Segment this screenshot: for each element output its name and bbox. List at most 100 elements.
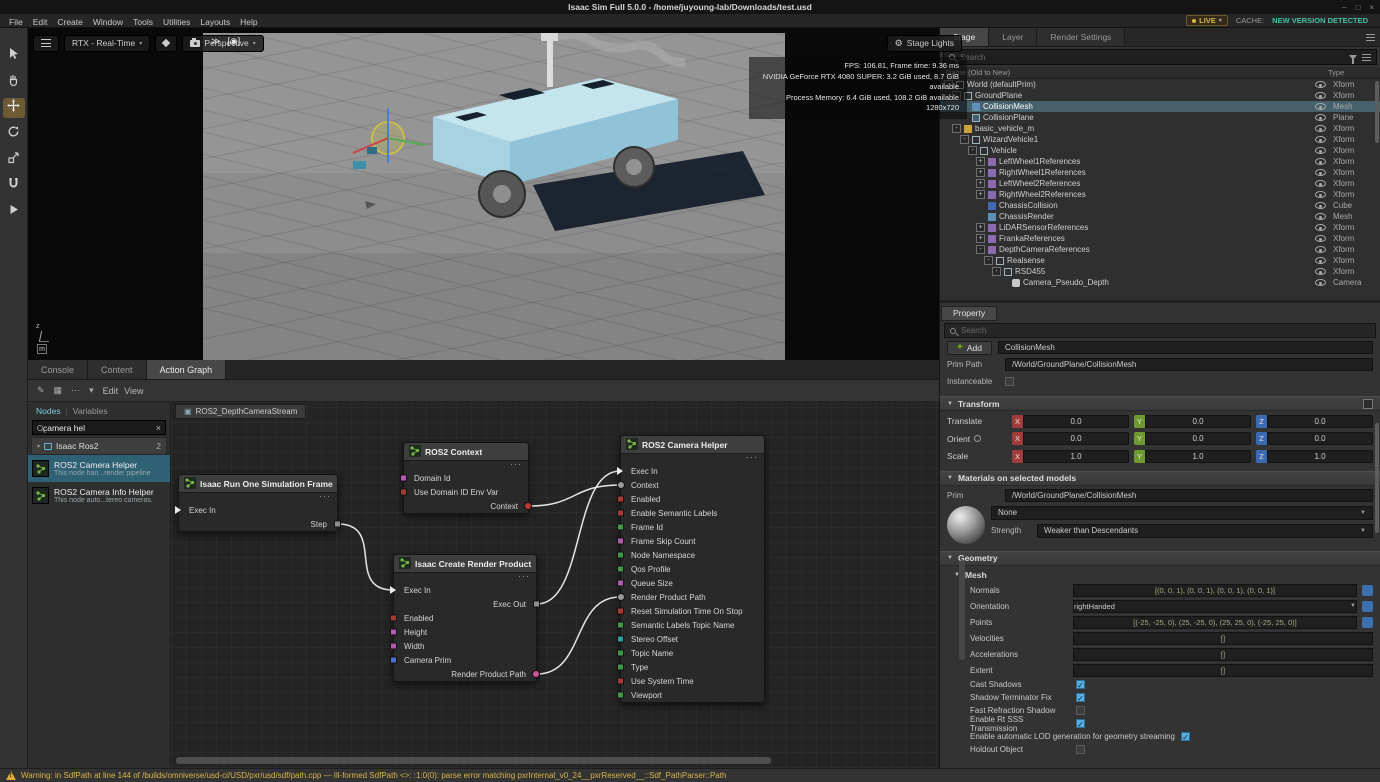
array-edit-icon[interactable] (1362, 585, 1373, 596)
visibility-eye-icon[interactable] (1315, 191, 1326, 198)
add-button[interactable]: + Add (947, 341, 992, 355)
tree-row-rightwheel2references[interactable]: +RightWheel2ReferencesXform (940, 189, 1380, 200)
visibility-eye-icon[interactable] (1315, 136, 1326, 143)
visibility-eye-icon[interactable] (1315, 103, 1326, 110)
live-button[interactable]: LIVE ▾ (1186, 15, 1228, 26)
node-port-context[interactable]: Context (404, 499, 528, 513)
expander-icon[interactable]: + (976, 168, 985, 177)
geometry-value-field[interactable]: [(0, 0, 1), (0, 0, 1), (0, 0, 1), (0, 0,… (1073, 584, 1357, 597)
tree-row-groundplane[interactable]: -GroundPlaneXform (940, 90, 1380, 101)
catalog-group-isaac-ros2[interactable]: ▾Isaac Ros22 (31, 437, 167, 455)
graph-menu-edit[interactable]: Edit (103, 386, 119, 396)
node-port-frame-id[interactable]: Frame Id (621, 520, 764, 534)
node-port-type[interactable]: Type (621, 660, 764, 674)
tab-render-settings[interactable]: Render Settings (1037, 28, 1125, 46)
port-pin-square[interactable] (617, 580, 624, 587)
visibility-eye-icon[interactable] (1315, 268, 1326, 275)
node-port-topic-name[interactable]: Topic Name (621, 646, 764, 660)
node-options-icon[interactable]: ··· (621, 454, 764, 464)
node-port-queue-size[interactable]: Queue Size (621, 576, 764, 590)
visibility-eye-icon[interactable] (1315, 224, 1326, 231)
stage-search-input[interactable]: Search (943, 49, 1377, 65)
grid-icon[interactable]: ▦ (54, 385, 63, 396)
tab-layer[interactable]: Layer (989, 28, 1037, 46)
node-search-input[interactable]: camera hel × (32, 420, 166, 435)
port-pin-square[interactable] (390, 615, 397, 622)
node-port-render-product-path[interactable]: Render Product Path (621, 590, 764, 604)
expander-icon[interactable]: - (952, 124, 961, 133)
node-port-enabled[interactable]: Enabled (394, 611, 536, 625)
expand-toolbar-icon[interactable]: ≫ (211, 36, 220, 47)
node-port-exec-in[interactable]: Exec In (394, 583, 536, 597)
node-port-domain-id[interactable]: Domain Id (404, 471, 528, 485)
instanceable-checkbox[interactable] (1005, 377, 1014, 386)
node-port-width[interactable]: Width (394, 639, 536, 653)
port-pin-square[interactable] (334, 521, 341, 528)
node-port-enable-semantic-labels[interactable]: Enable Semantic Labels (621, 506, 764, 520)
stage-lights-button[interactable]: ⚙ Stage Lights (887, 35, 962, 52)
port-pin-square[interactable] (617, 608, 624, 615)
more-icon[interactable]: ⋯ (71, 385, 80, 396)
axis-y-value[interactable]: 0.0 (1145, 415, 1251, 428)
expander-icon[interactable]: + (976, 223, 985, 232)
port-pin-circle[interactable] (532, 670, 540, 678)
port-pin-square[interactable] (617, 692, 624, 699)
port-pin-square[interactable] (617, 496, 624, 503)
render-settings-button[interactable] (155, 35, 177, 52)
port-pin-exec[interactable] (175, 506, 181, 514)
geometry-value-field[interactable]: [] (1073, 632, 1373, 645)
transform-options-icon[interactable] (1363, 399, 1373, 409)
visibility-eye-icon[interactable] (1315, 257, 1326, 264)
tree-row-chassiscollision[interactable]: ChassisCollisionCube (940, 200, 1380, 211)
graph-edge[interactable] (537, 597, 620, 674)
port-pin-square[interactable] (390, 629, 397, 636)
port-pin-exec[interactable] (390, 586, 396, 594)
node-port-stereo-offset[interactable]: Stereo Offset (621, 632, 764, 646)
graph-node-ros2-camera-helper[interactable]: ROS2 Camera Helper···Exec InContextEnabl… (620, 435, 765, 703)
node-options-icon[interactable]: ··· (404, 461, 528, 471)
pan-tool[interactable] (3, 72, 25, 92)
geometry-value-field[interactable]: [] (1073, 664, 1373, 677)
viewport[interactable]: RTX - Real-Time ▾ Perspective ▾ ⚙ Stage … (28, 28, 967, 360)
tree-row-chassisrender[interactable]: ChassisRenderMesh (940, 211, 1380, 222)
node-port-enabled[interactable]: Enabled (621, 492, 764, 506)
visibility-eye-icon[interactable] (1315, 279, 1326, 286)
node-port-use-system-time[interactable]: Use System Time (621, 674, 764, 688)
expander-icon[interactable]: - (992, 267, 1001, 276)
dropdown-icon[interactable]: ▾ (89, 385, 94, 396)
node-port-use-domain-id-env-var[interactable]: Use Domain ID Env Var (404, 485, 528, 499)
select-tool[interactable] (3, 46, 25, 66)
tree-row-basic-vehicle-m[interactable]: -basic_vehicle_mXform (940, 123, 1380, 134)
strength-dropdown[interactable]: Weaker than Descendants ▼ (1037, 524, 1373, 538)
property-scrollbar[interactable] (1375, 423, 1379, 533)
catalog-item-ros2-camera-info-helper[interactable]: ROS2 Camera Info HelperThis node auto...… (28, 482, 170, 509)
port-pin-square[interactable] (617, 636, 624, 643)
axis-z-value[interactable]: 0.0 (1267, 432, 1373, 445)
menu-help[interactable]: Help (235, 17, 262, 27)
prim-name-field[interactable]: CollisionMesh (998, 341, 1373, 354)
property-search-input[interactable]: Search (944, 323, 1376, 338)
tree-row-camera-pseudo-depth[interactable]: Camera_Pseudo_DepthCamera (940, 277, 1380, 288)
node-port-render-product-path[interactable]: Render Product Path (394, 667, 536, 681)
graph-menu-view[interactable]: View (124, 386, 143, 396)
visibility-eye-icon[interactable] (1315, 92, 1326, 99)
graph-edge[interactable] (529, 485, 620, 506)
graph-node-isaac-run-one-simulation-frame[interactable]: Isaac Run One Simulation Frame···Exec In… (178, 474, 338, 532)
menu-layouts[interactable]: Layouts (195, 17, 235, 27)
geometry-value-field[interactable]: rightHanded▼ (1073, 600, 1357, 613)
snap-tool[interactable] (3, 176, 25, 196)
expander-icon[interactable]: + (976, 157, 985, 166)
tree-row-collisionmesh[interactable]: CollisionMeshMesh (940, 101, 1380, 112)
port-pin-circle[interactable] (617, 593, 625, 601)
port-pin-square[interactable] (390, 643, 397, 650)
materials-section-header[interactable]: ▼ Materials on selected models (940, 471, 1380, 486)
expander-icon[interactable]: + (976, 190, 985, 199)
node-port-camera-prim[interactable]: Camera Prim (394, 653, 536, 667)
port-pin-square[interactable] (617, 678, 624, 685)
node-options-icon[interactable]: ··· (394, 573, 536, 583)
visibility-eye-icon[interactable] (1315, 235, 1326, 242)
port-pin-circle[interactable] (617, 481, 625, 489)
axis-z-value[interactable]: 0.0 (1267, 415, 1373, 428)
port-pin-square[interactable] (617, 622, 624, 629)
expander-icon[interactable]: + (976, 179, 985, 188)
